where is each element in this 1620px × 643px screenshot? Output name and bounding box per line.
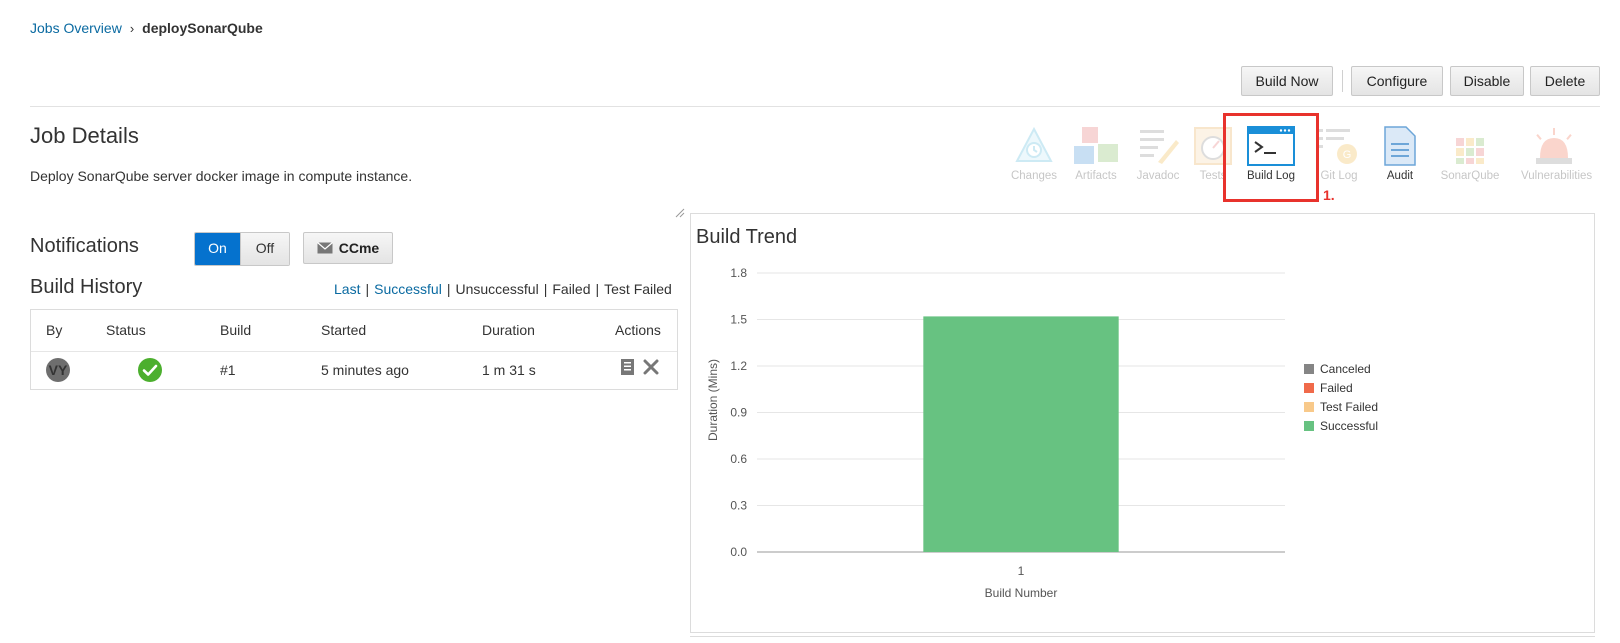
git-log-icon: G	[1319, 129, 1357, 164]
artifacts-icon	[1074, 127, 1118, 164]
annotation-step-label: 1.	[1323, 187, 1335, 203]
notifications-on-button[interactable]: On	[195, 233, 240, 265]
build-history-table: By Status Build Started Duration Actions…	[30, 309, 678, 390]
column-header-duration: Duration	[482, 322, 535, 338]
x-tick-label: 1	[1018, 564, 1025, 578]
success-check-icon	[138, 358, 162, 382]
build-trend-title: Build Trend	[696, 226, 798, 248]
legend-swatch	[1304, 383, 1314, 393]
notifications-off-button[interactable]: Off	[240, 233, 289, 265]
build-duration: 1 m 31 s	[482, 362, 536, 378]
envelope-icon	[316, 242, 333, 254]
filter-test-failed-link[interactable]: Test Failed	[604, 281, 672, 297]
notifications-label: Notifications	[30, 235, 139, 257]
tool-sonarqube-label: SonarQube	[1440, 170, 1500, 182]
job-description: Deploy SonarQube server docker image in …	[30, 168, 413, 184]
legend-item[interactable]: Test Failed	[1320, 400, 1378, 414]
legend-item[interactable]: Successful	[1320, 419, 1378, 433]
column-header-started: Started	[321, 322, 367, 338]
y-tick-label: 0.3	[730, 499, 747, 513]
page-title: Job Details	[30, 123, 139, 148]
javadoc-icon	[1140, 130, 1179, 164]
build-filters: Last | Successful | Unsuccessful | Failed | Test…	[334, 281, 672, 297]
build-history-title: Build History	[30, 276, 143, 298]
filter-unsuccessful-link[interactable]: Unsuccessful	[455, 281, 538, 297]
toolbar-divider	[1342, 70, 1343, 92]
tool-audit[interactable]: Audit	[1367, 126, 1433, 182]
tool-artifacts-label: Artifacts	[1075, 170, 1117, 182]
build-number-link[interactable]: #1	[220, 362, 236, 378]
y-tick-label: 0.9	[730, 406, 747, 420]
breadcrumb-jobs-overview-link[interactable]: Jobs Overview	[30, 20, 122, 36]
vulnerabilities-icon	[1536, 128, 1572, 164]
legend-item[interactable]: Failed	[1320, 381, 1353, 395]
header-divider	[30, 106, 1600, 107]
changes-icon	[1015, 126, 1053, 162]
build-trend-chart: 1.81.51.20.90.60.30.0 1 Duration (Mins) …	[706, 266, 1378, 600]
tool-artifacts[interactable]: Artifacts	[1063, 126, 1129, 182]
filter-last-link[interactable]: Last	[334, 281, 360, 297]
log-document-icon[interactable]	[621, 359, 634, 375]
column-header-build: Build	[220, 322, 252, 338]
legend-swatch	[1304, 364, 1314, 374]
filter-failed-link[interactable]: Failed	[552, 281, 590, 297]
legend-swatch	[1304, 421, 1314, 431]
tool-changes-label: Changes	[1010, 170, 1058, 182]
chevron-right-icon: ›	[129, 20, 135, 36]
annotation-highlight-box	[1223, 113, 1319, 202]
y-tick-label: 1.2	[730, 359, 747, 373]
breadcrumb: Jobs Overview › deploySonarQube	[30, 20, 263, 36]
next-panel-edge	[690, 636, 1595, 643]
build-now-button[interactable]: Build Now	[1241, 66, 1333, 96]
configure-button[interactable]: Configure	[1351, 66, 1443, 96]
sonarqube-icon	[1456, 138, 1484, 164]
column-header-actions: Actions	[615, 322, 661, 338]
tool-audit-label: Audit	[1386, 170, 1414, 182]
y-tick-label: 0.0	[730, 545, 747, 559]
resize-handle-icon[interactable]	[675, 208, 685, 218]
ccme-label: CCme	[338, 240, 380, 256]
column-header-status: Status	[106, 322, 146, 338]
audit-icon	[1384, 126, 1416, 166]
breadcrumb-current: deploySonarQube	[142, 20, 263, 36]
svg-text:G: G	[1343, 149, 1352, 161]
y-tick-label: 1.8	[730, 266, 747, 280]
tool-changes[interactable]: Changes	[1001, 126, 1067, 182]
avatar[interactable]: VY	[46, 358, 70, 382]
tool-sonarqube[interactable]: SonarQube	[1437, 126, 1503, 182]
tool-vulnerabilities[interactable]: Vulnerabilities	[1521, 126, 1593, 182]
chart-x-axis-label: Build Number	[985, 586, 1058, 600]
close-icon[interactable]	[643, 359, 659, 375]
disable-button[interactable]: Disable	[1450, 66, 1524, 96]
filter-successful-link[interactable]: Successful	[374, 281, 442, 297]
delete-button[interactable]: Delete	[1530, 66, 1600, 96]
tool-vulnerabilities-label: Vulnerabilities	[1521, 170, 1593, 182]
legend-swatch	[1304, 402, 1314, 412]
column-header-by: By	[46, 322, 63, 338]
y-tick-label: 0.6	[730, 452, 747, 466]
build-started-link[interactable]: 5 minutes ago	[321, 362, 409, 378]
y-tick-label: 1.5	[730, 313, 747, 327]
chart-y-axis-label: Duration (Mins)	[706, 359, 720, 441]
bar-build-1[interactable]	[923, 316, 1119, 552]
notifications-toggle: On Off	[194, 232, 290, 266]
ccme-button[interactable]: CCme	[303, 232, 393, 264]
legend-item[interactable]: Canceled	[1320, 362, 1371, 376]
